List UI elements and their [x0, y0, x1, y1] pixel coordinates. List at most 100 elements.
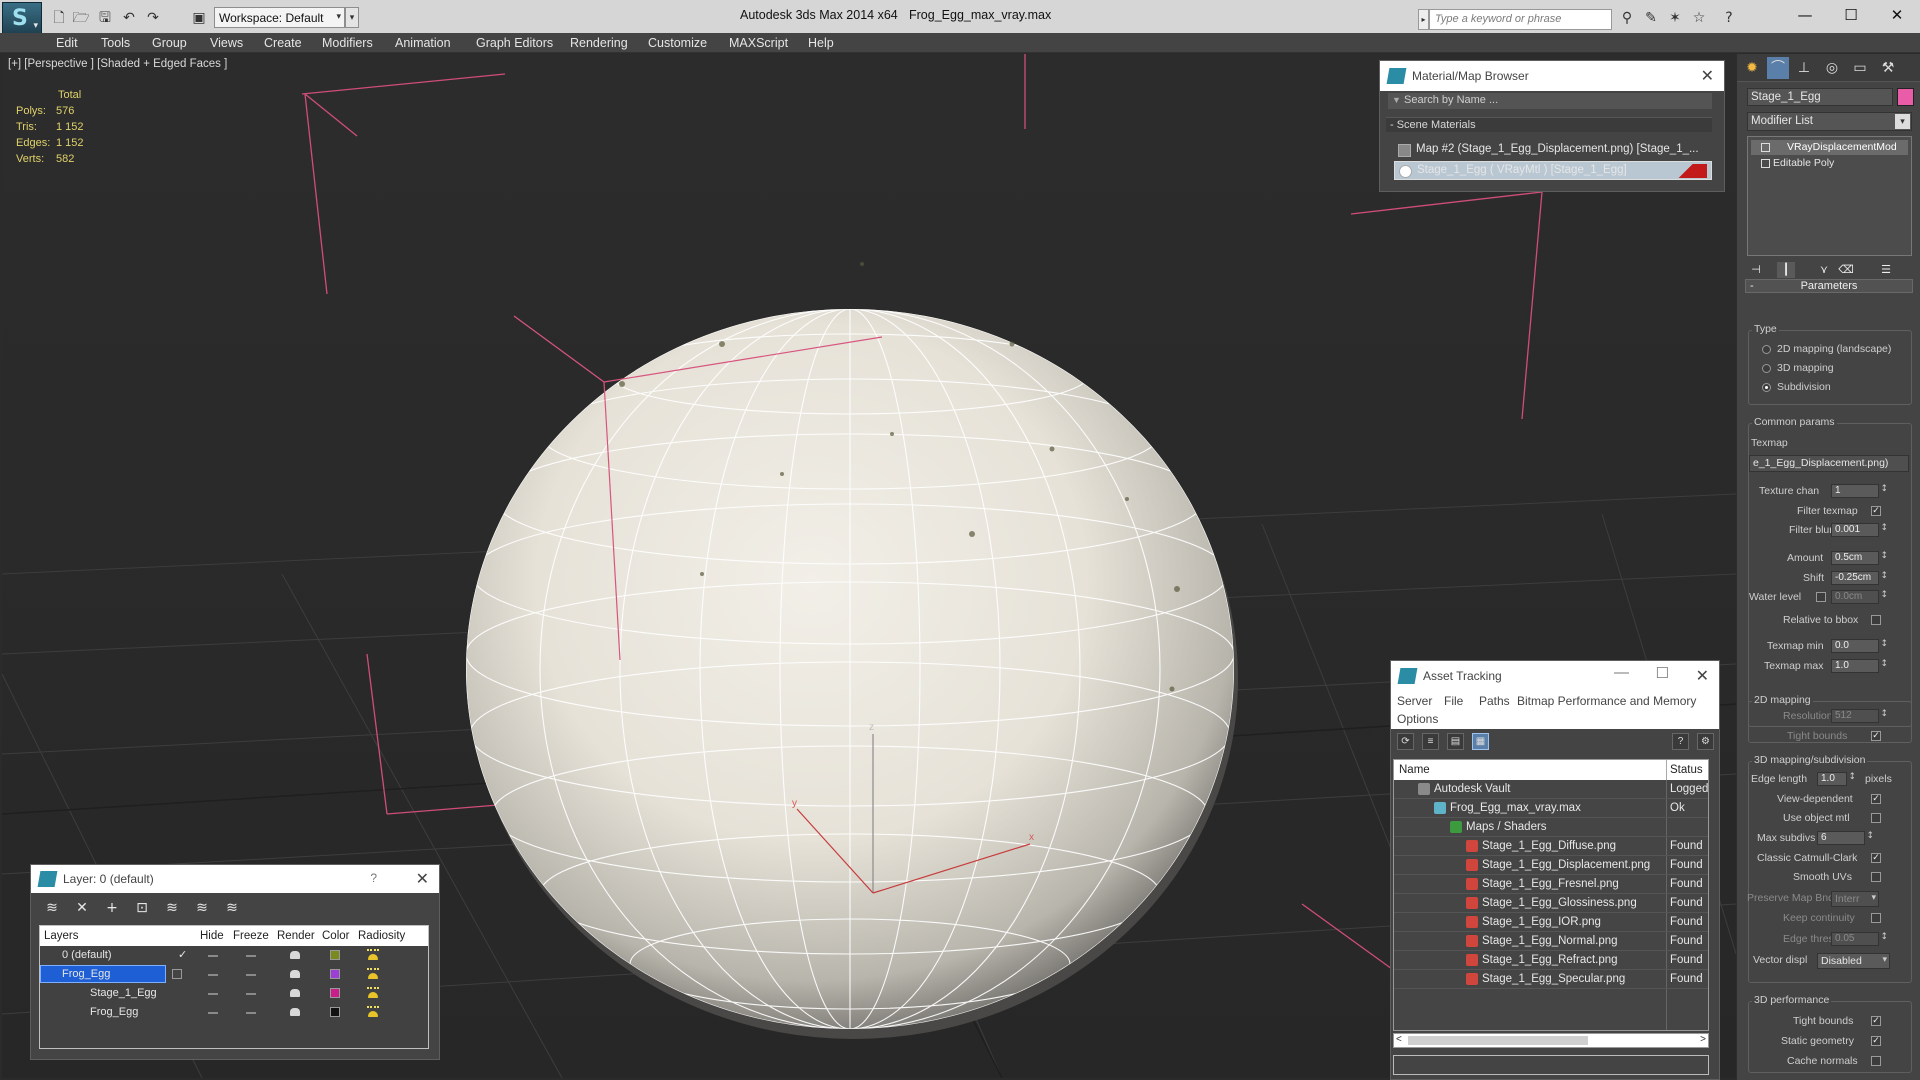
column-render[interactable]: Render [277, 930, 315, 942]
help-icon[interactable]: ? [370, 871, 377, 885]
refresh-icon[interactable]: ⟳ [1397, 733, 1414, 750]
vector-displ-dropdown[interactable]: Disabled ▾ [1817, 953, 1890, 969]
menu-paths[interactable]: Paths [1479, 694, 1510, 708]
radio-2d-mapping[interactable] [1762, 345, 1771, 354]
asset-row[interactable]: Stage_1_Egg_Displacement.png Found [1394, 856, 1708, 875]
search-expand-button[interactable]: ▸ [1418, 9, 1429, 30]
radiosity-icon[interactable] [367, 1006, 379, 1018]
classic-catmull-checkbox[interactable]: ✓ [1871, 853, 1881, 863]
subscription-icon[interactable]: ✎ [1642, 9, 1660, 27]
shift-spinner[interactable]: -0.25cm [1831, 571, 1888, 585]
asset-row[interactable]: Stage_1_Egg_IOR.png Found [1394, 913, 1708, 932]
asset-row[interactable]: Stage_1_Egg_Refract.png Found [1394, 951, 1708, 970]
parameters-rollout[interactable]: - Parameters [1745, 279, 1913, 293]
filter-blur-spinner[interactable]: 0.001 [1831, 523, 1888, 537]
keep-continuity-checkbox[interactable] [1871, 913, 1881, 923]
detail-view-icon[interactable]: ▤ [1447, 733, 1464, 750]
make-unique-icon[interactable]: ⋎ [1815, 262, 1833, 278]
quick-access-dropdown[interactable]: ▾ [345, 7, 359, 28]
utilities-tab-icon[interactable]: ⚒ [1877, 57, 1899, 79]
asset-row[interactable]: Stage_1_Egg_Glossiness.png Found [1394, 894, 1708, 913]
expand-icon[interactable] [1761, 159, 1770, 168]
layer-row[interactable]: 0 (default) ✓ [40, 946, 428, 965]
layer-object-row[interactable]: Stage_1_Egg [40, 984, 428, 1003]
delete-layer-icon[interactable]: ✕ [73, 899, 91, 917]
scroll-left-icon[interactable]: < [1396, 1034, 1402, 1045]
layer-row-selected[interactable]: Frog_Egg [40, 965, 428, 984]
modifier-list-dropdown[interactable]: Modifier List ▾ [1747, 112, 1912, 131]
menu-server[interactable]: Server [1397, 694, 1432, 708]
render-teapot-icon[interactable] [290, 970, 300, 978]
menu-create[interactable]: Create [264, 36, 302, 50]
max-subdivs-spinner[interactable]: 6 [1817, 831, 1874, 845]
resolution-spinner[interactable]: 512 [1831, 709, 1888, 723]
set-active-checkbox[interactable] [172, 969, 182, 979]
layer-manager-titlebar[interactable]: Layer: 0 (default) ? ✕ [31, 865, 439, 893]
minimize-icon[interactable]: — [1790, 5, 1820, 25]
menu-edit[interactable]: Edit [56, 36, 78, 50]
material-search-input[interactable]: ▼ Search by Name ... [1388, 93, 1712, 109]
layer-color-swatch[interactable] [330, 969, 340, 979]
scene-materials-header[interactable]: - Scene Materials [1386, 117, 1712, 132]
asset-row[interactable]: Stage_1_Egg_Fresnel.png Found [1394, 875, 1708, 894]
help-icon[interactable]: ? [1720, 9, 1738, 27]
use-object-mtl-checkbox[interactable] [1871, 813, 1881, 823]
layer-color-swatch[interactable] [330, 950, 340, 960]
render-teapot-icon[interactable] [290, 951, 300, 959]
close-icon[interactable]: ✕ [1696, 666, 1709, 685]
layer-object-row[interactable]: Frog_Egg [40, 1003, 428, 1022]
layer-color-swatch[interactable] [330, 1007, 340, 1017]
help-icon[interactable]: ? [1672, 733, 1689, 750]
close-icon[interactable]: ✕ [1701, 66, 1714, 85]
menu-options[interactable]: Options [1397, 712, 1438, 726]
highlight-layer-icon[interactable]: ≋ [163, 899, 181, 917]
column-radiosity[interactable]: Radiosity [358, 930, 405, 942]
view-dependent-checkbox[interactable]: ✓ [1871, 794, 1881, 804]
water-level-checkbox[interactable] [1816, 592, 1826, 602]
material-row[interactable]: Map #2 (Stage_1_Egg_Displacement.png) [S… [1394, 141, 1712, 160]
water-level-spinner[interactable]: 0.0cm [1831, 590, 1888, 604]
object-color-swatch[interactable] [1897, 88, 1914, 106]
menu-file[interactable]: File [1444, 694, 1463, 708]
open-file-icon[interactable]: 🗁 [72, 9, 90, 27]
motion-tab-icon[interactable]: ◎ [1821, 57, 1843, 79]
radiosity-icon[interactable] [367, 949, 379, 961]
modifier-stack-item-selected[interactable]: VRayDisplacementMod [1751, 140, 1908, 155]
communication-icon[interactable]: ✶ [1666, 9, 1684, 27]
active-layer-check-icon[interactable]: ✓ [178, 948, 187, 961]
modify-tab-icon[interactable]: ⌒ [1767, 57, 1789, 79]
radio-subdivision[interactable] [1762, 383, 1771, 392]
column-freeze[interactable]: Freeze [233, 930, 269, 942]
settings-icon[interactable]: ⚙ [1697, 733, 1714, 750]
pin-stack-icon[interactable]: ⊣ [1747, 262, 1765, 278]
menu-animation[interactable]: Animation [395, 36, 451, 50]
edge-length-spinner[interactable]: 1.0 [1817, 772, 1856, 786]
asset-path-field[interactable] [1393, 1055, 1709, 1075]
menu-rendering[interactable]: Rendering [570, 36, 628, 50]
render-teapot-icon[interactable] [290, 1008, 300, 1016]
binoculars-icon[interactable]: ⚲ [1618, 9, 1636, 27]
menu-modifiers[interactable]: Modifiers [322, 36, 373, 50]
freeze-all-layers-icon[interactable]: ≋ [223, 899, 241, 917]
table-view-icon[interactable]: ▦ [1472, 733, 1489, 750]
menu-bitmap-performance[interactable]: Bitmap Performance and Memory [1517, 694, 1696, 708]
hierarchy-tab-icon[interactable]: ⊥ [1793, 57, 1815, 79]
maximize-icon[interactable]: ☐ [1656, 664, 1669, 682]
close-icon[interactable]: ✕ [416, 869, 429, 888]
render-teapot-icon[interactable] [290, 989, 300, 997]
radiosity-icon[interactable] [367, 987, 379, 999]
column-layers[interactable]: Layers [44, 930, 79, 942]
menu-graph-editors[interactable]: Graph Editors [476, 36, 553, 50]
undo-icon[interactable]: ↶ [120, 9, 138, 27]
menu-help[interactable]: Help [808, 36, 834, 50]
radio-3d-mapping[interactable] [1762, 364, 1771, 373]
amount-spinner[interactable]: 0.5cm [1831, 551, 1888, 565]
asset-tracking-titlebar[interactable]: Asset Tracking — ☐ ✕ [1391, 661, 1719, 691]
asset-row[interactable]: Stage_1_Egg_Normal.png Found [1394, 932, 1708, 951]
horizontal-scrollbar[interactable]: < > [1393, 1033, 1709, 1048]
asset-row[interactable]: Maps / Shaders [1394, 818, 1708, 837]
bulb-icon[interactable] [1761, 143, 1770, 152]
texmap-min-spinner[interactable]: 0.0 [1831, 639, 1888, 653]
object-name-field[interactable]: Stage_1_Egg [1747, 88, 1893, 106]
create-layer-icon[interactable]: ≋ [43, 899, 61, 917]
